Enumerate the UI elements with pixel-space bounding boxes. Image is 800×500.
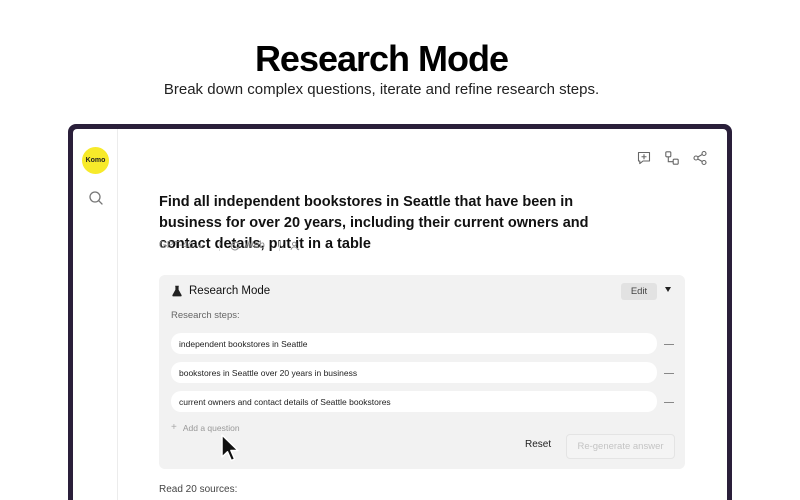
hero-subtitle: Break down complex questions, iterate an… [163, 81, 600, 98]
top-actions [635, 149, 709, 167]
research-step-input[interactable]: independent bookstores in Seattle [171, 333, 657, 354]
globe-icon [231, 241, 240, 250]
remove-step-icon[interactable] [664, 373, 674, 374]
research-step-input[interactable]: current owners and contact details of Se… [171, 391, 657, 412]
plus-icon: + [171, 422, 177, 433]
person-icon[interactable] [290, 241, 300, 251]
regenerate-answer-button[interactable]: Re-generate answer [566, 434, 675, 459]
collapse-caret-icon[interactable] [665, 287, 671, 292]
add-question-button[interactable]: + Add a question [171, 422, 240, 433]
meta-divider [278, 240, 280, 251]
question-meta: GPT-4o Web [159, 240, 300, 251]
chevron-down-icon [198, 243, 205, 248]
hero-title: Research Mode [254, 38, 509, 79]
remove-step-icon[interactable] [664, 344, 674, 345]
komo-logo[interactable]: Komo [82, 147, 109, 174]
research-steps-label: Research steps: [171, 310, 240, 321]
model-selector[interactable]: GPT-4o [159, 240, 205, 251]
model-label: GPT-4o [159, 240, 194, 251]
new-chat-icon[interactable] [635, 149, 653, 167]
edit-button[interactable]: Edit [621, 283, 657, 300]
research-mode-title: Research Mode [189, 285, 271, 297]
nodes-icon[interactable] [663, 149, 681, 167]
mouse-cursor-icon [221, 434, 239, 462]
sidebar-rail: Komo [73, 129, 118, 500]
meta-divider [219, 240, 221, 251]
reset-button[interactable]: Reset [525, 439, 551, 450]
device-frame: Komo Find all independent bookstores in … [68, 124, 732, 500]
research-mode-header: Research Mode [171, 285, 270, 297]
search-icon[interactable] [87, 189, 105, 207]
flask-icon [172, 285, 182, 297]
add-question-label: Add a question [182, 422, 240, 433]
source-label: Web [244, 240, 265, 251]
share-icon[interactable] [691, 149, 709, 167]
source-selector[interactable]: Web [230, 240, 265, 251]
app-window: Komo Find all independent bookstores in … [73, 129, 727, 500]
research-step-input[interactable]: bookstores in Seattle over 20 years in b… [171, 362, 657, 383]
remove-step-icon[interactable] [664, 402, 674, 403]
sources-label: Read 20 sources: [159, 484, 238, 495]
